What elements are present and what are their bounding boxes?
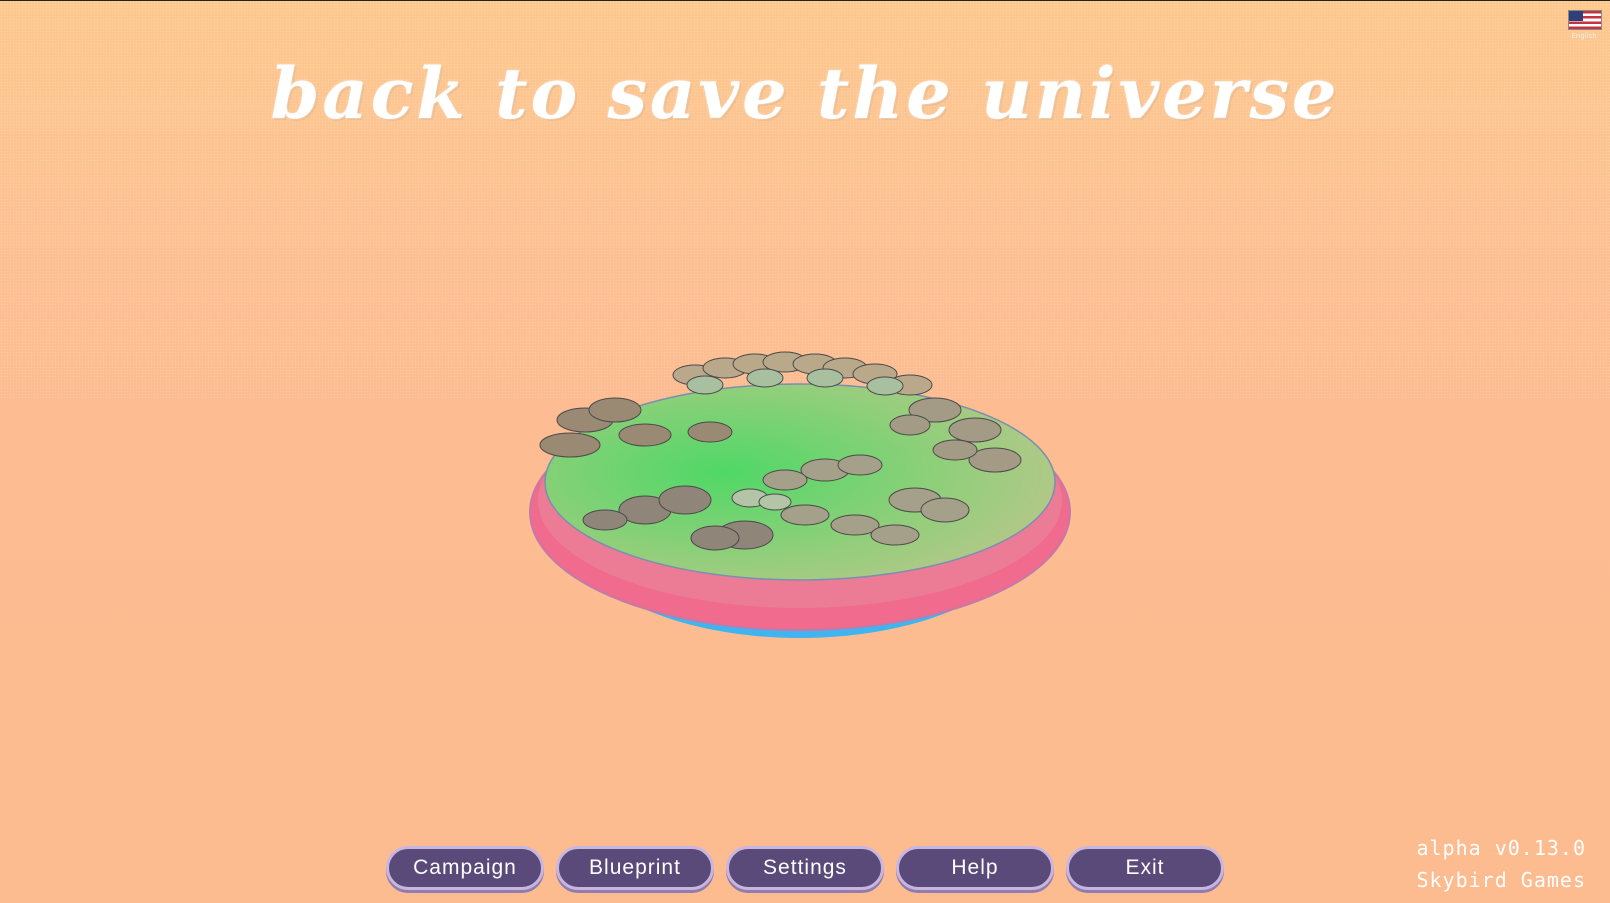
footer-info: alpha v0.13.0 Skybird Games [1416,832,1586,896]
campaign-button[interactable]: Campaign [386,846,544,890]
blueprint-button[interactable]: Blueprint [556,846,714,890]
exit-button[interactable]: Exit [1066,846,1224,890]
main-menu: Campaign Blueprint Settings Help Exit [386,846,1224,892]
settings-button[interactable]: Settings [726,846,884,890]
language-selector[interactable]: English [1568,10,1602,40]
help-button[interactable]: Help [896,846,1054,890]
floating-island [529,351,1071,638]
language-label: English [1571,32,1597,40]
game-title: back to save the universe [270,52,1340,135]
version-label: alpha v0.13.0 [1416,836,1586,860]
us-flag-icon[interactable] [1568,10,1602,30]
studio-label: Skybird Games [1416,868,1586,892]
